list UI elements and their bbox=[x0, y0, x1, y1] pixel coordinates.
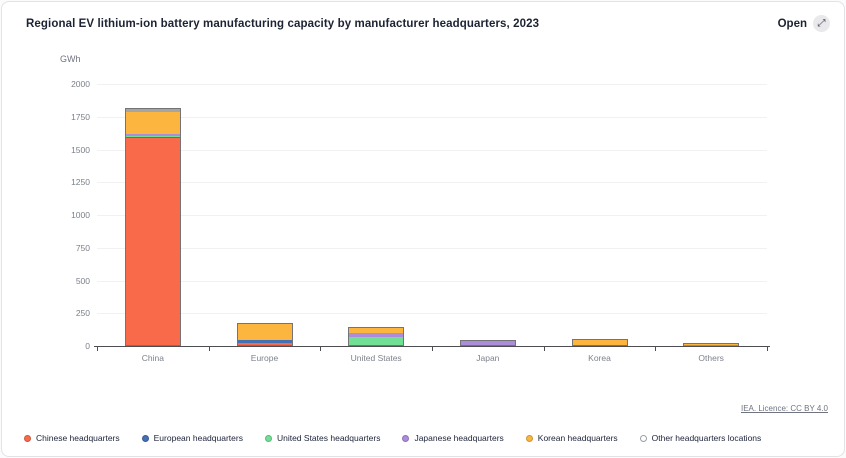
open-button[interactable]: Open ⤢ bbox=[778, 15, 830, 32]
legend-label: Japanese headquarters bbox=[414, 433, 503, 443]
bar-segment[interactable] bbox=[573, 340, 627, 345]
legend-item-european-headquarters[interactable]: European headquarters bbox=[142, 433, 243, 443]
y-axis-tick-label: 0 bbox=[42, 341, 90, 351]
legend-label: Other headquarters locations bbox=[652, 433, 762, 443]
chart-legend: Chinese headquarters European headquarter… bbox=[24, 433, 761, 443]
y-axis-tick-label: 2000 bbox=[42, 79, 90, 89]
bar-segment[interactable] bbox=[461, 341, 515, 345]
legend-label: United States headquarters bbox=[277, 433, 380, 443]
x-axis-tick bbox=[544, 347, 545, 351]
bar-segment[interactable] bbox=[349, 337, 403, 345]
chart-widget: Regional EV lithium-ion battery manufact… bbox=[0, 0, 846, 458]
y-axis-unit-label: GWh bbox=[60, 54, 81, 64]
legend-swatch-icon bbox=[526, 435, 533, 442]
gridline bbox=[97, 117, 767, 118]
legend-item-korean-headquarters[interactable]: Korean headquarters bbox=[526, 433, 618, 443]
legend-label: Korean headquarters bbox=[538, 433, 618, 443]
gridline bbox=[97, 182, 767, 183]
legend-item-japanese-headquarters[interactable]: Japanese headquarters bbox=[402, 433, 503, 443]
x-axis-tick bbox=[655, 347, 656, 351]
x-axis-label: Others bbox=[698, 353, 724, 363]
y-axis-tick-label: 250 bbox=[42, 308, 90, 318]
gridline bbox=[97, 313, 767, 314]
x-axis-label: United States bbox=[351, 353, 402, 363]
x-axis-label: China bbox=[142, 353, 164, 363]
x-axis-tick bbox=[767, 347, 768, 351]
legend-item-united-states-headquarters[interactable]: United States headquarters bbox=[265, 433, 380, 443]
y-axis-tick-label: 1750 bbox=[42, 112, 90, 122]
bar-korea[interactable] bbox=[572, 339, 628, 346]
y-axis-tick-label: 1000 bbox=[42, 210, 90, 220]
bar-segment[interactable] bbox=[126, 112, 180, 134]
legend-label: European headquarters bbox=[154, 433, 243, 443]
bar-united-states[interactable] bbox=[348, 327, 404, 346]
bar-segment[interactable] bbox=[238, 324, 292, 340]
licence-link[interactable]: IEA. Licence: CC BY 4.0 bbox=[741, 404, 828, 413]
gridline bbox=[97, 248, 767, 249]
x-axis-tick bbox=[320, 347, 321, 351]
x-axis-tick bbox=[97, 347, 98, 351]
bar-segment[interactable] bbox=[238, 343, 292, 345]
legend-swatch-icon bbox=[265, 435, 272, 442]
legend-swatch-icon bbox=[640, 435, 647, 442]
y-axis-tick-label: 1500 bbox=[42, 145, 90, 155]
bar-china[interactable] bbox=[125, 108, 181, 346]
legend-swatch-icon bbox=[24, 435, 31, 442]
x-axis-label: Japan bbox=[476, 353, 499, 363]
legend-item-other-headquarters-locations[interactable]: Other headquarters locations bbox=[640, 433, 762, 443]
gridline bbox=[97, 281, 767, 282]
gridline bbox=[97, 215, 767, 216]
x-axis-label: Korea bbox=[588, 353, 611, 363]
legend-swatch-icon bbox=[402, 435, 409, 442]
chart-card: Regional EV lithium-ion battery manufact… bbox=[1, 1, 845, 457]
x-axis-tick bbox=[432, 347, 433, 351]
legend-item-chinese-headquarters[interactable]: Chinese headquarters bbox=[24, 433, 120, 443]
y-axis-tick-label: 1250 bbox=[42, 177, 90, 187]
legend-swatch-icon bbox=[142, 435, 149, 442]
x-axis-tick bbox=[209, 347, 210, 351]
y-axis-tick-label: 750 bbox=[42, 243, 90, 253]
open-button-label: Open bbox=[778, 18, 807, 30]
expand-icon[interactable]: ⤢ bbox=[813, 15, 830, 32]
gridline bbox=[97, 150, 767, 151]
chart-title: Regional EV lithium-ion battery manufact… bbox=[26, 18, 539, 30]
gridline bbox=[97, 84, 767, 85]
bar-europe[interactable] bbox=[237, 323, 293, 346]
bar-segment[interactable] bbox=[126, 138, 180, 345]
x-axis-label: Europe bbox=[251, 353, 278, 363]
legend-label: Chinese headquarters bbox=[36, 433, 120, 443]
y-axis-tick-label: 500 bbox=[42, 276, 90, 286]
